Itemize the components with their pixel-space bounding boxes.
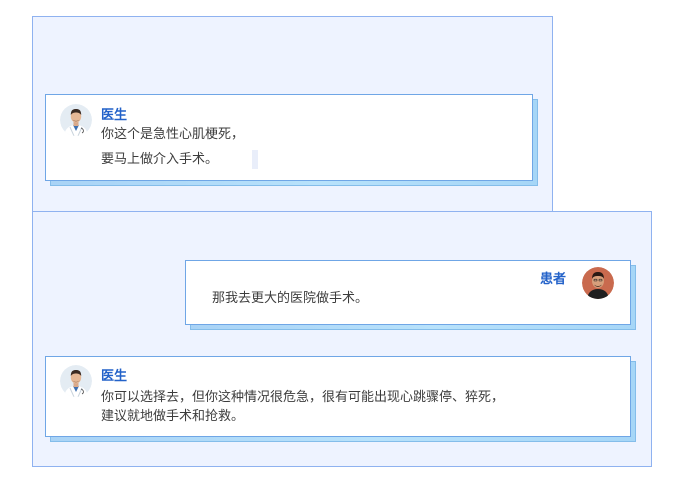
patient-avatar-icon — [582, 267, 614, 299]
speaker-name: 医生 — [101, 108, 128, 123]
message-bubble-doctor-1: 医生 你这个是急性心肌梗死， 要马上做介入手术。 — [45, 94, 538, 186]
text-cursor-highlight — [252, 150, 258, 169]
message-line: 要马上做介入手术。 — [101, 152, 219, 167]
chat-panel-bottom: 患者 那我去更大的医院做手术。 医生 你可以选择去，但你这种情况很危急，很有可能… — [32, 211, 652, 467]
speaker-name: 医生 — [101, 369, 128, 384]
doctor-avatar-icon — [60, 365, 92, 397]
chat-panel-top: 医生 你这个是急性心肌梗死， 要马上做介入手术。 — [32, 16, 553, 212]
speaker-name: 患者 — [540, 272, 567, 287]
message-line: 建议就地做手术和抢救。 — [101, 409, 245, 424]
message-line: 你这个是急性心肌梗死， — [101, 127, 245, 142]
message-line: 那我去更大的医院做手术。 — [212, 291, 369, 306]
message-bubble-patient: 患者 那我去更大的医院做手术。 — [185, 260, 636, 330]
doctor-avatar-icon — [60, 104, 92, 136]
message-bubble-doctor-2: 医生 你可以选择去，但你这种情况很危急，很有可能出现心跳骤停、猝死， 建议就地做… — [45, 356, 636, 442]
